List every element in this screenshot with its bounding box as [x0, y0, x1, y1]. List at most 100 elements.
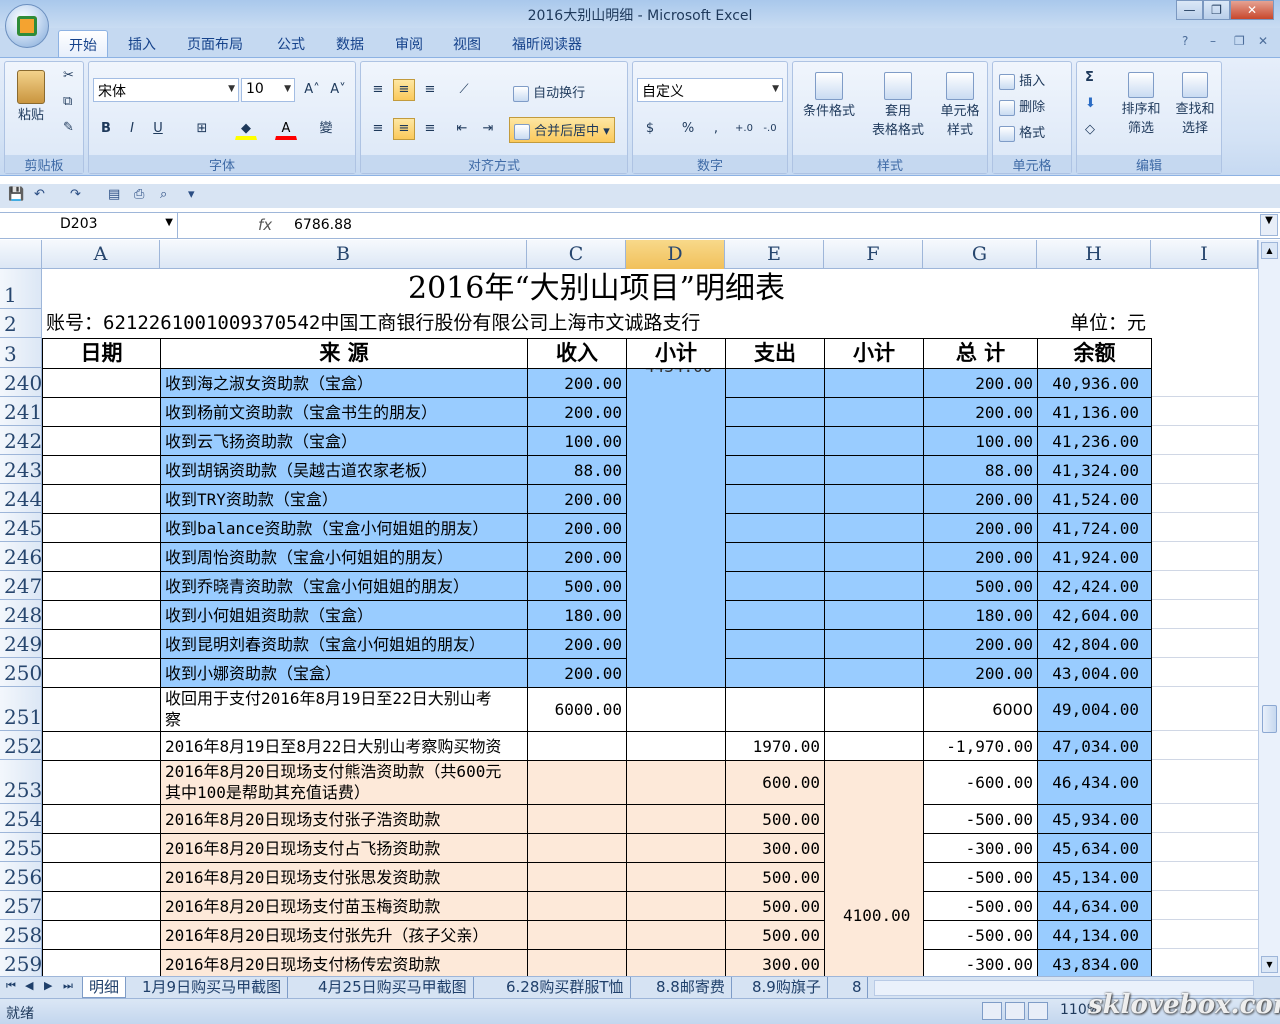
balance-cell[interactable]: 45,134.00 [1037, 862, 1152, 892]
income-cell[interactable]: 200.00 [527, 542, 627, 572]
merge-center-button[interactable]: 合并后居中 ▾ [509, 117, 615, 143]
wrap-text-button[interactable]: 自动换行 [513, 82, 585, 102]
date-cell[interactable] [42, 513, 161, 543]
balance-cell[interactable]: 45,934.00 [1037, 804, 1152, 834]
column-header-e[interactable]: E [725, 240, 824, 269]
total-cell[interactable]: 200.00 [923, 368, 1038, 398]
date-cell[interactable] [42, 891, 161, 921]
source-cell[interactable]: 收到小娜资助款（宝盒） [160, 658, 528, 688]
income-cell[interactable] [527, 731, 627, 761]
source-cell[interactable]: 收到TRY资助款（宝盒） [160, 484, 528, 514]
paste-button[interactable]: 粘贴 [13, 70, 49, 123]
save-icon[interactable]: 💾 [8, 187, 24, 202]
subtotal-income-cell[interactable] [626, 920, 726, 950]
subtotal-income-cell[interactable] [626, 731, 726, 761]
align-top-button[interactable]: ≡ [367, 79, 389, 101]
balance-cell[interactable]: 41,724.00 [1037, 513, 1152, 543]
subtotal-income-cell[interactable] [626, 687, 726, 732]
subtotal-expense-cell[interactable] [824, 731, 924, 761]
income-cell[interactable]: 200.00 [527, 397, 627, 427]
worksheet-grid[interactable]: ABCDEFGHI 1 2 3 240 241 242 243 244 245 246 247 248… [0, 240, 1258, 976]
expense-cell[interactable] [725, 484, 825, 514]
tab-formulas[interactable]: 公式 [277, 34, 305, 54]
expense-cell[interactable]: 600.00 [725, 760, 825, 805]
scroll-thumb[interactable] [1262, 705, 1277, 733]
balance-cell[interactable]: 41,136.00 [1037, 397, 1152, 427]
date-cell[interactable] [42, 426, 161, 456]
total-cell[interactable]: 200.00 [923, 513, 1038, 543]
subtotal-expense-cell[interactable] [824, 542, 924, 572]
align-bottom-button[interactable]: ≡ [419, 79, 441, 101]
source-cell[interactable]: 2016年8月20日现场支付苗玉梅资助款 [160, 891, 528, 921]
column-header-f[interactable]: F [824, 240, 923, 269]
expense-cell[interactable] [725, 600, 825, 630]
tab-home[interactable]: 开始 [58, 30, 108, 58]
font-name-select[interactable]: 宋体 ▼ [93, 78, 239, 102]
total-cell[interactable]: 88.00 [923, 455, 1038, 485]
office-button[interactable] [5, 4, 49, 48]
balance-cell[interactable]: 49,004.00 [1037, 687, 1152, 732]
subtotal-expense-cell[interactable] [824, 397, 924, 427]
source-cell[interactable]: 收到周怡资助款（宝盒小何姐姐的朋友） [160, 542, 528, 572]
minimize-button[interactable]: — [1176, 0, 1203, 20]
total-cell[interactable]: -600.00 [923, 760, 1038, 805]
income-cell[interactable] [527, 920, 627, 950]
sheet-nav-icon[interactable]: ◀ [25, 979, 33, 992]
income-cell[interactable] [527, 760, 627, 805]
formula-input[interactable]: 6786.88 [294, 217, 352, 233]
date-cell[interactable] [42, 862, 161, 892]
balance-cell[interactable]: 41,236.00 [1037, 426, 1152, 456]
subtotal-expense-merged[interactable]: 4100.00 [824, 760, 924, 976]
balance-cell[interactable]: 46,434.00 [1037, 760, 1152, 805]
total-cell[interactable]: 200.00 [923, 397, 1038, 427]
expense-cell[interactable] [725, 455, 825, 485]
subtotal-income-merged[interactable]: 4434.00 [626, 368, 726, 688]
income-cell[interactable]: 100.00 [527, 426, 627, 456]
sheet-nav-icon[interactable]: ⏭ [63, 979, 73, 993]
format-painter-icon[interactable]: ✎ [63, 120, 74, 135]
total-cell[interactable]: 500.00 [923, 571, 1038, 601]
vertical-scrollbar[interactable]: ▲ ▼ [1258, 240, 1280, 976]
total-cell[interactable]: -500.00 [923, 804, 1038, 834]
subtotal-expense-cell[interactable] [824, 600, 924, 630]
sheet-tab[interactable]: 明细 [82, 977, 127, 998]
copy-icon[interactable]: ⧉ [63, 94, 72, 109]
print-preview-icon[interactable]: ▤ [108, 187, 120, 202]
sheet-tab[interactable]: 1月9日购买马甲截图 [136, 977, 289, 998]
ribbon-restore-button[interactable]: ❐ [1234, 34, 1245, 48]
total-cell[interactable]: -500.00 [923, 862, 1038, 892]
name-box[interactable]: D203 ▼ [0, 213, 178, 238]
preview-icon[interactable]: ⌕ [160, 187, 167, 202]
row-header[interactable]: 250 [0, 658, 42, 687]
row-header[interactable]: 247 [0, 571, 42, 600]
row-header[interactable]: 249 [0, 629, 42, 658]
date-cell[interactable] [42, 949, 161, 976]
expense-cell[interactable] [725, 542, 825, 572]
source-cell[interactable]: 2016年8月20日现场支付熊浩资助款（共600元 其中100是帮助其充值话费） [160, 760, 528, 805]
date-cell[interactable] [42, 920, 161, 950]
expense-cell[interactable]: 500.00 [725, 920, 825, 950]
row-header[interactable]: 246 [0, 542, 42, 571]
income-cell[interactable]: 200.00 [527, 368, 627, 398]
sheet-tab[interactable]: 8.8邮寄费 [650, 977, 732, 998]
expense-cell[interactable] [725, 687, 825, 732]
date-cell[interactable] [42, 484, 161, 514]
expense-cell[interactable] [725, 397, 825, 427]
ribbon-close-button[interactable]: ✕ [1258, 34, 1268, 48]
row-header[interactable]: 255 [0, 833, 42, 862]
row-header[interactable]: 256 [0, 862, 42, 891]
decrease-decimal-button[interactable]: -.0 [759, 118, 781, 140]
income-cell[interactable] [527, 891, 627, 921]
autosum-button[interactable]: Σ [1085, 70, 1094, 85]
row-header[interactable]: 257 [0, 891, 42, 920]
source-cell[interactable]: 2016年8月19日至8月22日大别山考察购买物资 [160, 731, 528, 761]
total-cell[interactable]: 200.00 [923, 542, 1038, 572]
subtotal-income-cell[interactable] [626, 862, 726, 892]
date-cell[interactable] [42, 804, 161, 834]
source-cell[interactable]: 收到海之淑女资助款（宝盒） [160, 368, 528, 398]
total-cell[interactable]: 180.00 [923, 600, 1038, 630]
number-format-select[interactable]: 自定义 ▼ [637, 78, 783, 102]
subtotal-income-cell[interactable] [626, 833, 726, 863]
row-header[interactable]: 240 [0, 368, 42, 397]
subtotal-income-cell[interactable] [626, 949, 726, 976]
